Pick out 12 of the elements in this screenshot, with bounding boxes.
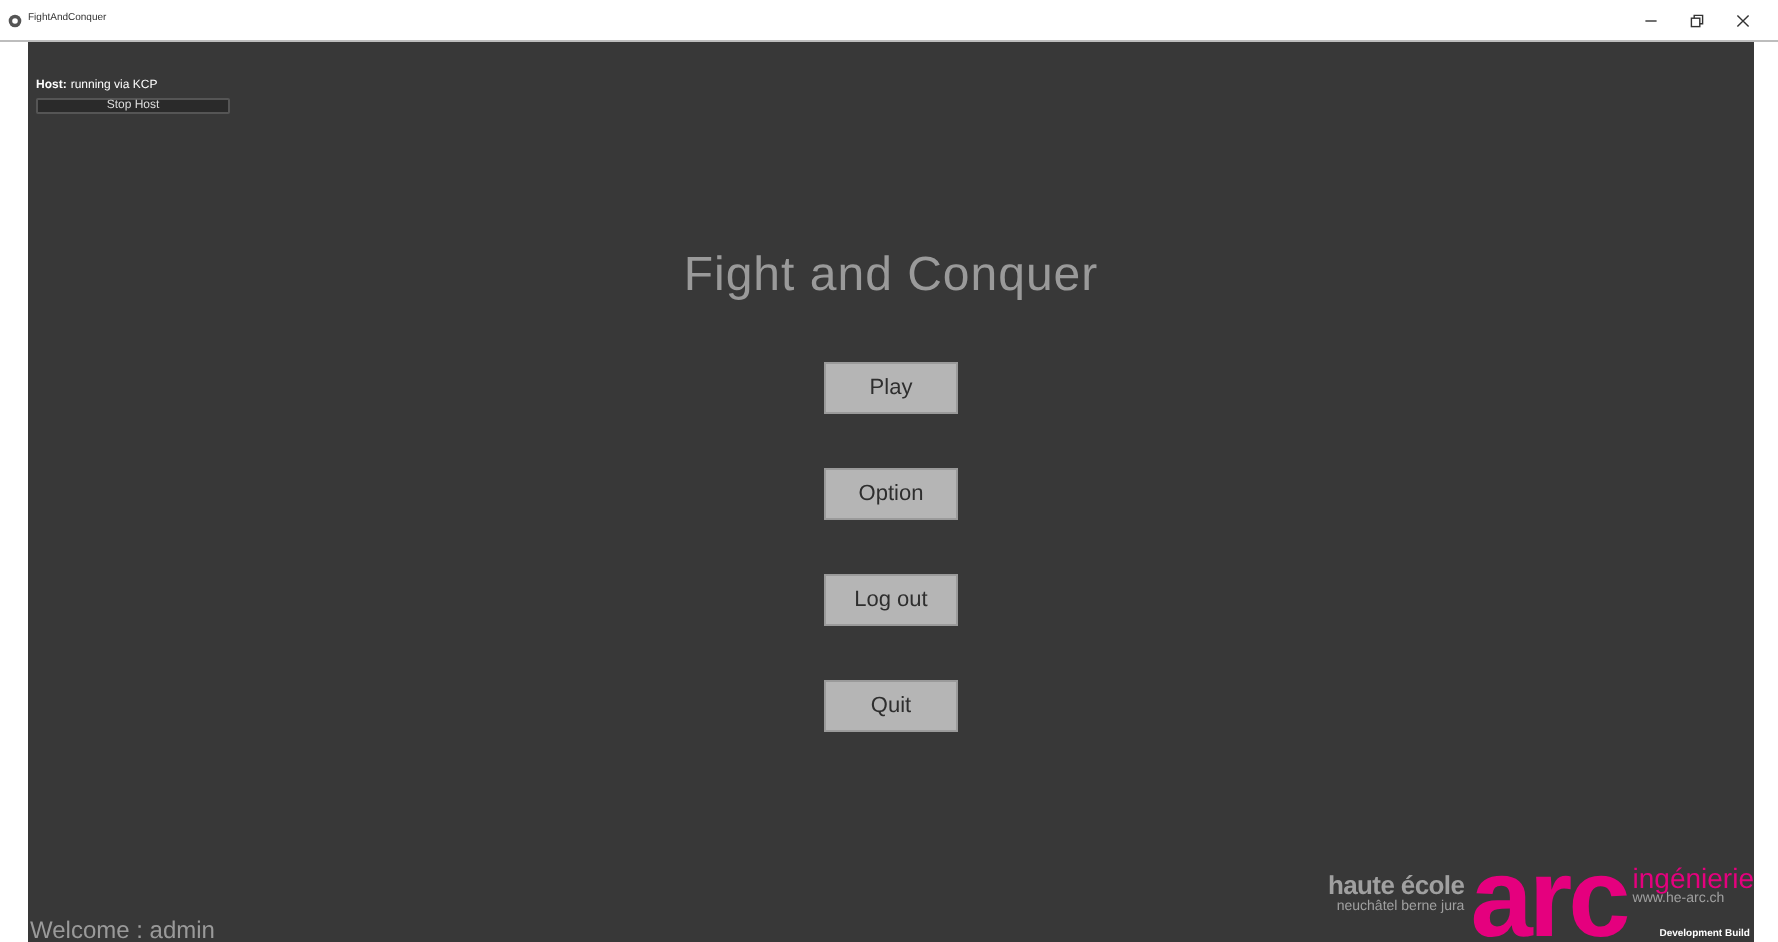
app-icon bbox=[8, 13, 22, 27]
menu-button[interactable]: Option bbox=[824, 468, 958, 520]
logo-department-text: ingénierie bbox=[1632, 864, 1754, 892]
restore-icon[interactable] bbox=[1690, 13, 1704, 27]
menu-button[interactable]: Quit bbox=[824, 680, 958, 732]
menu-button[interactable]: Log out bbox=[824, 574, 958, 626]
menu-button[interactable]: Play bbox=[824, 362, 958, 414]
logo-school-text: haute école bbox=[1327, 872, 1465, 900]
close-icon[interactable] bbox=[1736, 13, 1750, 27]
welcome-text: Welcome : admin bbox=[30, 918, 215, 942]
logo-mark: arc bbox=[1470, 854, 1627, 942]
game-title: Fight and Conquer bbox=[683, 246, 1099, 306]
